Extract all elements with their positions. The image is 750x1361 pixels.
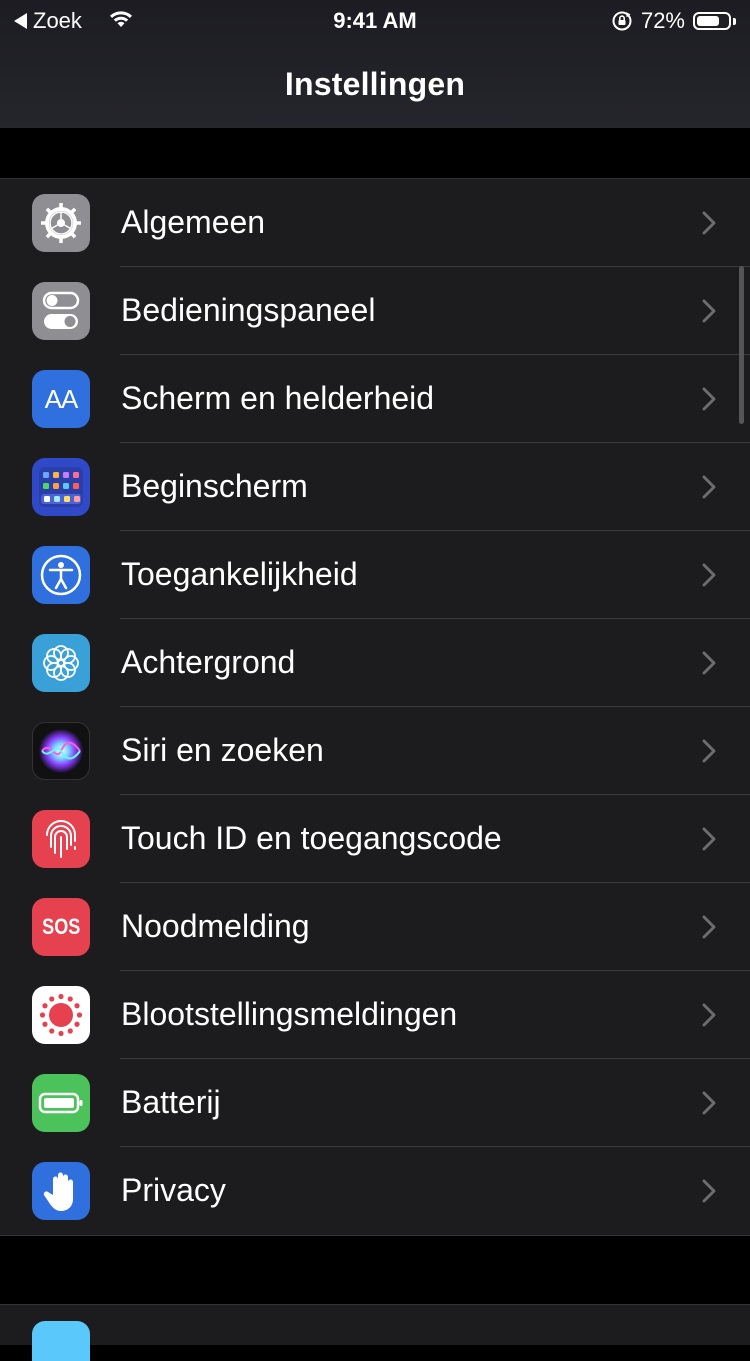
battery-icon bbox=[693, 12, 731, 30]
chevron-right-icon bbox=[702, 1091, 716, 1115]
wallpaper-flower-icon bbox=[32, 634, 90, 692]
app-icon-partial bbox=[32, 1321, 90, 1361]
chevron-right-icon bbox=[702, 475, 716, 499]
chevron-right-icon bbox=[702, 915, 716, 939]
row-label: Noodmelding bbox=[121, 908, 310, 944]
battery-percent: 72% bbox=[640, 8, 685, 33]
chevron-right-icon bbox=[702, 1003, 716, 1027]
row-label: Batterij bbox=[121, 1084, 221, 1120]
settings-row-beginscherm[interactable]: Beginscherm bbox=[0, 443, 750, 531]
row-label: Algemeen bbox=[121, 204, 266, 240]
exposure-icon bbox=[32, 986, 90, 1044]
settings-row-algemeen[interactable]: Algemeen bbox=[0, 179, 750, 267]
row-label: Bedieningspaneel bbox=[121, 292, 376, 328]
row-label: Toegankelijkheid bbox=[121, 556, 358, 592]
icon-text: SOS bbox=[41, 914, 81, 939]
hand-icon bbox=[32, 1162, 90, 1220]
settings-row-touch-id[interactable]: Touch ID en toegangscode bbox=[0, 795, 750, 883]
page-title: Instellingen bbox=[284, 66, 466, 102]
settings-row-batterij[interactable]: Batterij bbox=[0, 1059, 750, 1147]
gear-icon bbox=[32, 194, 90, 252]
settings-row-blootstelling[interactable]: Blootstellingsmeldingen bbox=[0, 971, 750, 1059]
row-label: Touch ID en toegangscode bbox=[121, 820, 502, 856]
row-label: Beginscherm bbox=[121, 468, 308, 504]
battery-icon bbox=[32, 1074, 90, 1132]
settings-row-achtergrond[interactable]: Achtergrond bbox=[0, 619, 750, 707]
row-label: Achtergrond bbox=[121, 644, 296, 680]
chevron-right-icon bbox=[702, 739, 716, 763]
chevron-right-icon bbox=[702, 1179, 716, 1203]
settings-row-bedieningspaneel[interactable]: Bedieningspaneel bbox=[0, 267, 750, 355]
siri-icon bbox=[32, 722, 90, 780]
scroll-indicator[interactable] bbox=[739, 266, 744, 424]
text-size-icon: AA bbox=[32, 370, 90, 428]
rotation-lock-icon bbox=[612, 11, 632, 31]
status-bar: Zoek 9:41 AM 72% bbox=[0, 0, 750, 40]
icon-text: AA bbox=[44, 383, 79, 414]
settings-list: Algemeen Bedieningspaneel AA Scherm en h… bbox=[0, 178, 750, 1236]
row-label: Scherm en helderheid bbox=[121, 380, 435, 416]
settings-row-scherm[interactable]: AA Scherm en helderheid bbox=[0, 355, 750, 443]
settings-row-privacy[interactable]: Privacy bbox=[0, 1147, 750, 1235]
settings-list-next-group bbox=[0, 1304, 750, 1361]
row-label: Privacy bbox=[121, 1172, 226, 1208]
chevron-right-icon bbox=[702, 387, 716, 411]
chevron-right-icon bbox=[702, 827, 716, 851]
settings-row-noodmelding[interactable]: SOS Noodmelding bbox=[0, 883, 750, 971]
fingerprint-icon bbox=[32, 810, 90, 868]
sos-icon: SOS bbox=[32, 898, 90, 956]
chevron-right-icon bbox=[702, 299, 716, 323]
row-label: Blootstellingsmeldingen bbox=[121, 996, 458, 1032]
home-screen-icon bbox=[32, 458, 90, 516]
chevron-right-icon bbox=[702, 563, 716, 587]
settings-row-siri[interactable]: Siri en zoeken bbox=[0, 707, 750, 795]
row-label: Siri en zoeken bbox=[121, 732, 324, 768]
chevron-right-icon bbox=[702, 651, 716, 675]
battery-cap bbox=[733, 17, 736, 25]
toggles-icon bbox=[32, 282, 90, 340]
chevron-right-icon bbox=[702, 211, 716, 235]
accessibility-icon bbox=[32, 546, 90, 604]
settings-row-toegankelijkheid[interactable]: Toegankelijkheid bbox=[0, 531, 750, 619]
